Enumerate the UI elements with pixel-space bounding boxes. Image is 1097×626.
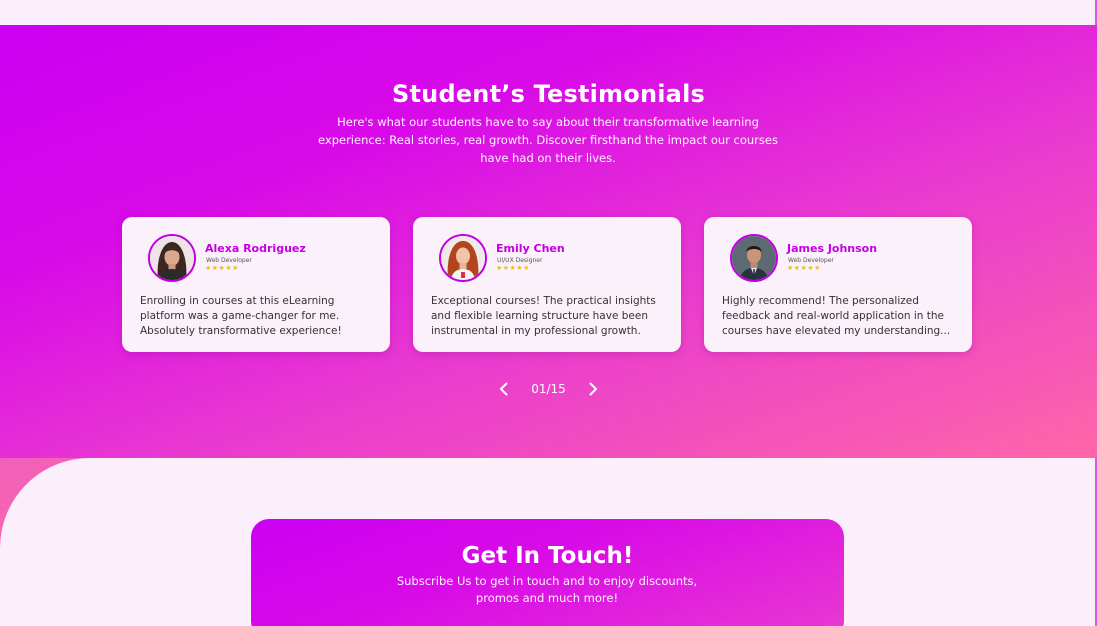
testimonial-role: UI/UX Designer <box>497 257 543 264</box>
avatar <box>148 234 196 282</box>
testimonial-card: James Johnson Web Developer ★★★★★ Highly… <box>704 217 972 352</box>
testimonial-quote: Enrolling in courses at this eLearning p… <box>140 295 342 337</box>
testimonial-role: Web Developer <box>206 257 252 264</box>
chevron-right-icon[interactable] <box>584 380 602 398</box>
contact-subtitle: Subscribe Us to get in touch and to enjo… <box>396 574 698 605</box>
testimonial-quote: Highly recommend! The personalized feedb… <box>722 295 951 337</box>
testimonials-section: Student’s Testimonials Here's what our s… <box>0 25 1097 458</box>
testimonials-subtitle: Here's what our students have to say abo… <box>318 115 778 165</box>
testimonial-name: Alexa Rodriguez <box>205 242 306 255</box>
page-counter: 01/15 <box>531 382 566 396</box>
get-in-touch-section: Get In Touch! Subscribe Us to get in tou… <box>251 519 844 626</box>
testimonial-name: James Johnson <box>787 242 878 255</box>
testimonial-quote: Exceptional courses! The practical insig… <box>431 295 656 337</box>
testimonial-role: Web Developer <box>788 257 834 264</box>
testimonials-title: Student’s Testimonials <box>392 80 705 108</box>
rating-stars: ★★★★★ <box>205 264 239 272</box>
avatar <box>730 234 778 282</box>
rating-stars: ★★★★★ <box>787 264 821 272</box>
avatar <box>439 234 487 282</box>
chevron-left-icon[interactable] <box>495 380 513 398</box>
top-strip <box>0 0 1097 25</box>
contact-title: Get In Touch! <box>461 543 634 569</box>
testimonial-card: Emily Chen UI/UX Designer ★★★★★ Exceptio… <box>413 217 681 352</box>
rating-stars: ★★★★★ <box>496 264 530 272</box>
testimonial-pager: 01/15 <box>0 377 1097 401</box>
testimonial-card: Alexa Rodriguez Web Developer ★★★★★ Enro… <box>122 217 390 352</box>
testimonial-name: Emily Chen <box>496 242 565 255</box>
